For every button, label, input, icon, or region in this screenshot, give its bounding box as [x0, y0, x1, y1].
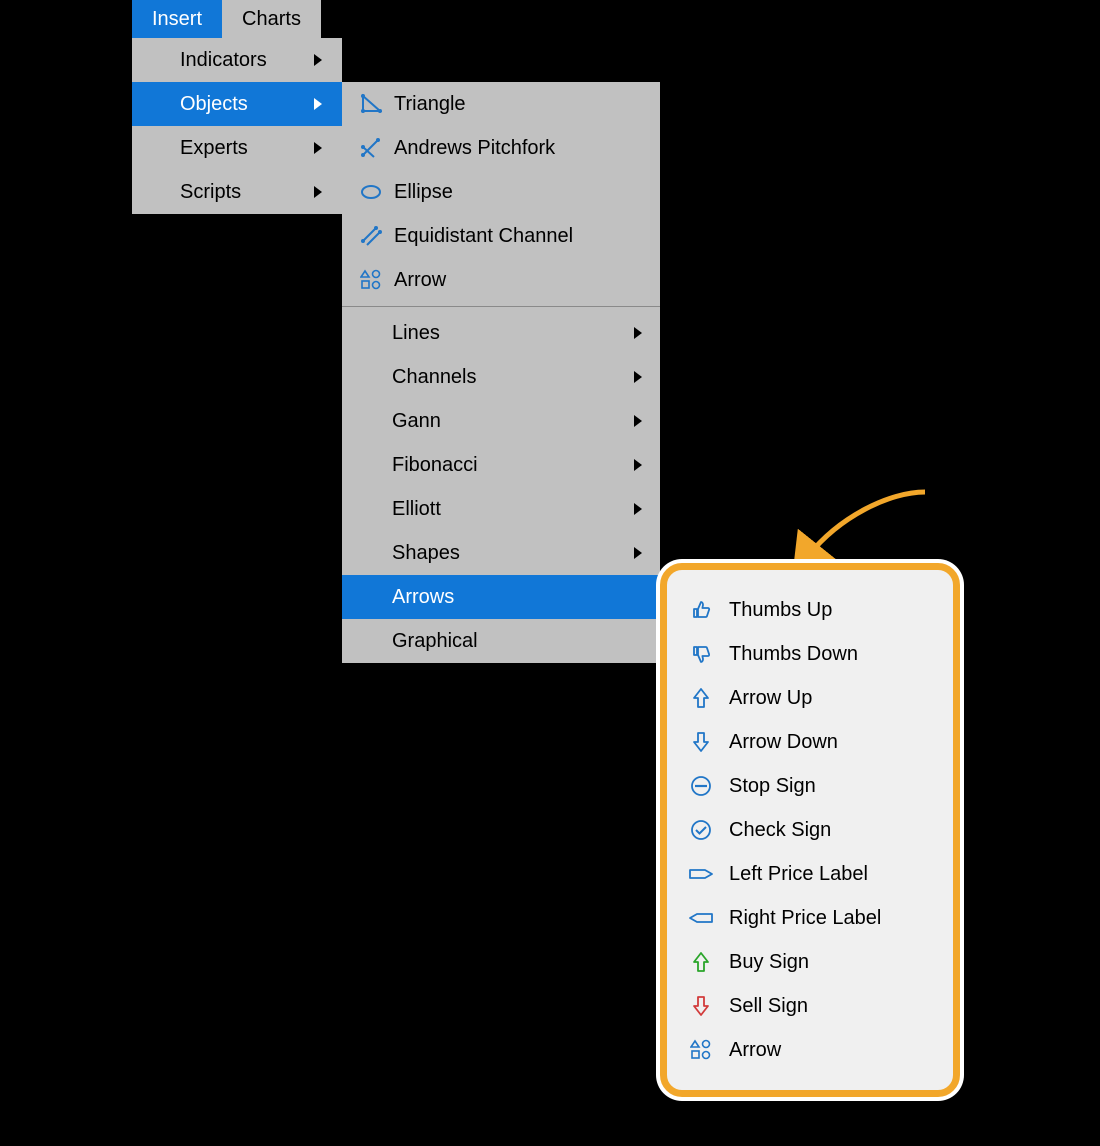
menu-item-stop-sign[interactable]: Stop Sign: [667, 764, 953, 808]
menu-item-label: Left Price Label: [729, 863, 868, 886]
menu-item-sell-sign[interactable]: Sell Sign: [667, 984, 953, 1028]
tab-insert[interactable]: Insert: [132, 0, 222, 38]
menu-item-arrow-down[interactable]: Arrow Down: [667, 720, 953, 764]
submenu-arrows: Thumbs Up Thumbs Down Arrow Up Arrow Dow…: [660, 563, 960, 1097]
sell-sign-icon: [687, 995, 715, 1017]
menu-item-fibonacci[interactable]: Fibonacci: [342, 443, 660, 487]
submenu-arrow-icon: [634, 327, 644, 339]
menu-insert: Indicators Objects Experts Scripts: [132, 38, 342, 214]
menu-item-label: Stop Sign: [729, 775, 816, 798]
menu-item-check-sign[interactable]: Check Sign: [667, 808, 953, 852]
menu-item-label: Arrow: [729, 1039, 781, 1062]
menu-item-andrews-pitchfork[interactable]: Andrews Pitchfork: [342, 126, 660, 170]
menu-item-label: Equidistant Channel: [394, 225, 573, 248]
menu-item-equidistant-channel[interactable]: Equidistant Channel: [342, 214, 660, 258]
left-price-label-icon: [687, 865, 715, 883]
submenu-arrow-icon: [634, 547, 644, 559]
stop-sign-icon: [687, 775, 715, 797]
menu-item-channels[interactable]: Channels: [342, 355, 660, 399]
menu-item-label: Fibonacci: [392, 454, 478, 477]
submenu-arrow-icon: [314, 54, 324, 66]
menu-item-arrow-up[interactable]: Arrow Up: [667, 676, 953, 720]
menu-item-label: Right Price Label: [729, 907, 881, 930]
menu-item-ellipse[interactable]: Ellipse: [342, 170, 660, 214]
menu-item-label: Thumbs Up: [729, 599, 832, 622]
menu-item-label: Objects: [180, 93, 248, 116]
menu-item-label: Arrow Down: [729, 731, 838, 754]
menu-item-label: Lines: [392, 322, 440, 345]
menu-item-graphical[interactable]: Graphical: [342, 619, 660, 663]
menu-item-arrow-generic[interactable]: Arrow: [667, 1028, 953, 1072]
menu-item-label: Check Sign: [729, 819, 831, 842]
triangle-icon: [356, 93, 386, 115]
submenu-arrow-icon: [314, 142, 324, 154]
submenu-arrow-icon: [634, 503, 644, 515]
menu-item-shapes[interactable]: Shapes: [342, 531, 660, 575]
ellipse-icon: [356, 181, 386, 203]
menu-item-label: Indicators: [180, 49, 267, 72]
right-price-label-icon: [687, 909, 715, 927]
menu-objects: Triangle Andrews Pitchfork Ellipse Equid…: [342, 82, 660, 663]
shapes-group-icon: [356, 269, 386, 291]
menu-item-gann[interactable]: Gann: [342, 399, 660, 443]
check-sign-icon: [687, 819, 715, 841]
channel-icon: [356, 225, 386, 247]
menu-item-label: Scripts: [180, 181, 241, 204]
menu-item-elliott[interactable]: Elliott: [342, 487, 660, 531]
menu-item-label: Gann: [392, 410, 441, 433]
thumbs-up-icon: [687, 599, 715, 621]
menu-item-experts[interactable]: Experts: [132, 126, 342, 170]
menu-item-thumbs-down[interactable]: Thumbs Down: [667, 632, 953, 676]
menu-item-label: Arrow: [394, 269, 446, 292]
menu-item-arrow-shapes[interactable]: Arrow: [342, 258, 660, 302]
menu-item-label: Channels: [392, 366, 477, 389]
thumbs-down-icon: [687, 643, 715, 665]
menu-item-objects[interactable]: Objects: [132, 82, 342, 126]
menu-item-arrows[interactable]: Arrows: [342, 575, 660, 619]
shapes-group-icon: [687, 1039, 715, 1061]
menu-item-label: Buy Sign: [729, 951, 809, 974]
menu-item-label: Graphical: [392, 630, 478, 653]
arrow-down-icon: [687, 731, 715, 753]
menu-item-label: Shapes: [392, 542, 460, 565]
menu-item-right-price-label[interactable]: Right Price Label: [667, 896, 953, 940]
menu-separator: [342, 306, 660, 307]
menu-item-label: Arrows: [392, 586, 454, 609]
submenu-arrow-icon: [314, 186, 324, 198]
menu-item-label: Ellipse: [394, 181, 453, 204]
menu-item-buy-sign[interactable]: Buy Sign: [667, 940, 953, 984]
menu-item-label: Andrews Pitchfork: [394, 137, 555, 160]
buy-sign-icon: [687, 951, 715, 973]
arrow-up-icon: [687, 687, 715, 709]
menu-item-left-price-label[interactable]: Left Price Label: [667, 852, 953, 896]
menu-item-label: Triangle: [394, 93, 466, 116]
menu-item-label: Elliott: [392, 498, 441, 521]
submenu-arrow-icon: [314, 98, 324, 110]
tab-charts[interactable]: Charts: [222, 0, 321, 38]
submenu-arrow-icon: [634, 415, 644, 427]
menu-item-triangle[interactable]: Triangle: [342, 82, 660, 126]
menu-item-label: Sell Sign: [729, 995, 808, 1018]
pitchfork-icon: [356, 137, 386, 159]
menu-item-indicators[interactable]: Indicators: [132, 38, 342, 82]
menu-item-label: Experts: [180, 137, 248, 160]
menu-item-thumbs-up[interactable]: Thumbs Up: [667, 588, 953, 632]
tab-bar: Insert Charts: [132, 0, 321, 38]
submenu-arrow-icon: [634, 459, 644, 471]
menu-item-scripts[interactable]: Scripts: [132, 170, 342, 214]
menu-item-lines[interactable]: Lines: [342, 311, 660, 355]
menu-item-label: Arrow Up: [729, 687, 812, 710]
menu-item-label: Thumbs Down: [729, 643, 858, 666]
submenu-arrow-icon: [634, 371, 644, 383]
